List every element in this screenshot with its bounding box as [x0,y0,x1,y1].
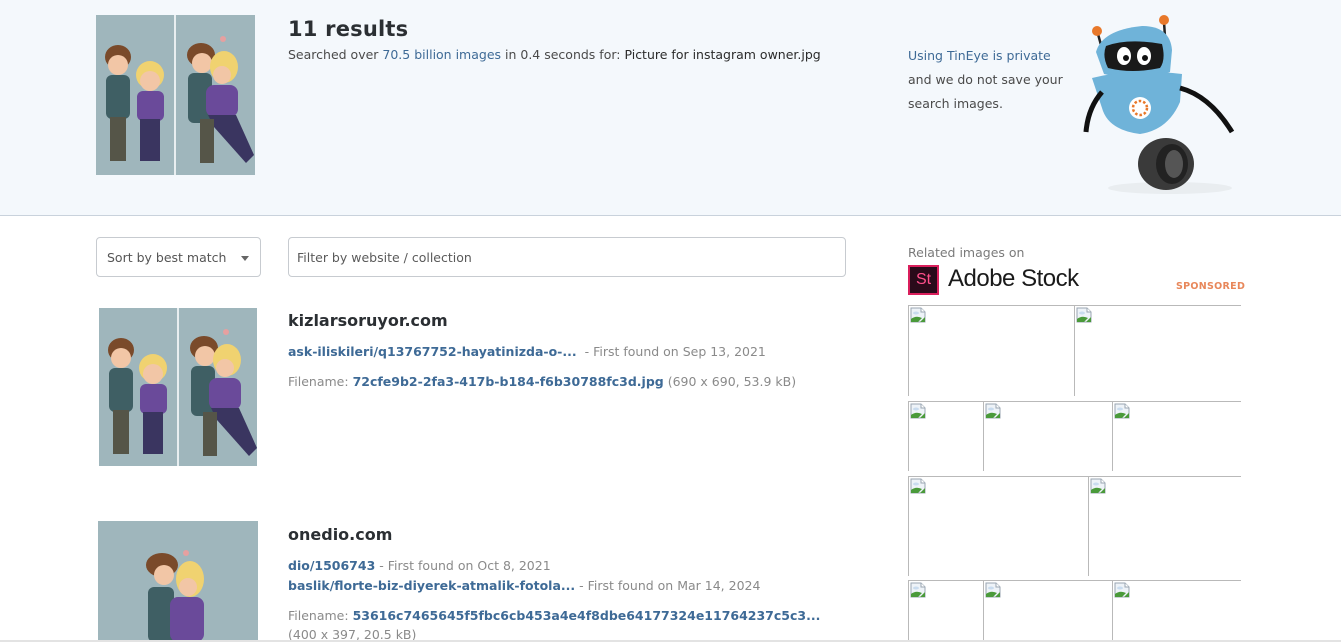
broken-image-icon [985,582,1001,598]
result-page-link[interactable]: ask-iliskileri/q13767752-hayatinizda-o-.… [288,344,577,359]
related-image-tile[interactable] [908,476,1088,576]
tineye-robot-mascot [1083,15,1235,194]
related-image-tile[interactable] [1112,401,1241,471]
broken-image-icon [1114,403,1130,419]
related-image-tile[interactable] [908,401,983,471]
result-filename-line: Filename: 72cfe9b2-2fa3-417b-b184-f6b307… [288,374,796,389]
related-images-label: Related images on [908,245,1025,260]
result-thumbnail[interactable] [98,521,258,642]
result-domain[interactable]: kizlarsoruyor.com [288,311,448,330]
sponsored-label: SPONSORED [1176,281,1246,292]
query-image-thumbnail[interactable] [96,15,255,175]
related-image-tile[interactable] [983,580,1112,642]
privacy-link[interactable]: Using TinEye is private [908,44,1088,68]
summary-prefix: Searched over [288,47,383,62]
first-found-date: - First found on Sep 13, 2021 [580,344,766,359]
filename-label: Filename: [288,374,353,389]
filename-label: Filename: [288,608,353,623]
query-filename: Picture for instagram owner.jpg [624,47,821,62]
result-domain[interactable]: onedio.com [288,525,392,544]
results-count: 11 results [288,17,409,41]
summary-middle: in 0.4 seconds for: [501,47,625,62]
broken-image-icon [1076,307,1092,323]
broken-image-icon [910,307,926,323]
related-image-tile[interactable] [908,580,983,642]
broken-image-icon [1090,478,1106,494]
first-found-date: - First found on Oct 8, 2021 [375,558,551,573]
broken-image-icon [910,403,926,419]
related-image-tile[interactable] [908,305,1074,396]
result-filename-line: Filename: 53616c7465645f5fbc6cb453a4e4f8… [288,608,820,623]
first-found-date: - First found on Mar 14, 2024 [575,578,761,593]
privacy-text-line1: and we do not save your [908,72,1063,87]
related-image-tile[interactable] [1074,305,1241,396]
broken-image-icon [1114,582,1130,598]
result-filename-link[interactable]: 53616c7465645f5fbc6cb453a4e4f8dbe6417732… [353,608,821,623]
adobe-stock-logo-icon[interactable]: St [908,265,939,295]
caret-down-icon [241,256,249,261]
image-meta: (690 x 690, 53.9 kB) [663,374,797,389]
result-page-link[interactable]: dio/1506743 [288,558,375,573]
broken-image-icon [985,403,1001,419]
privacy-text-line2: search images. [908,96,1003,111]
search-summary: Searched over 70.5 billion images in 0.4… [288,47,821,62]
result-match-line: dio/1506743 - First found on Oct 8, 2021 [288,558,551,573]
search-header: 11 results Searched over 70.5 billion im… [0,0,1341,216]
sort-dropdown[interactable]: Sort by best match [96,237,261,277]
privacy-notice: Using TinEye is private and we do not sa… [908,44,1088,116]
result-filename-link[interactable]: 72cfe9b2-2fa3-417b-b184-f6b30788fc3d.jpg [353,374,664,389]
broken-image-icon [910,478,926,494]
adobe-stock-brand[interactable]: Adobe Stock [948,265,1079,293]
index-size-link[interactable]: 70.5 billion images [382,47,501,62]
result-thumbnail[interactable] [99,308,257,466]
result-page-link[interactable]: baslik/florte-biz-diyerek-atmalik-fotola… [288,578,575,593]
filter-website-input[interactable] [288,237,846,277]
broken-image-icon [910,582,926,598]
result-match-line: ask-iliskileri/q13767752-hayatinizda-o-.… [288,344,766,359]
related-image-tile[interactable] [1112,580,1241,642]
related-image-tile[interactable] [983,401,1112,471]
related-image-tile[interactable] [1088,476,1241,576]
result-match-line: baslik/florte-biz-diyerek-atmalik-fotola… [288,578,760,593]
sort-dropdown-label: Sort by best match [107,250,227,265]
